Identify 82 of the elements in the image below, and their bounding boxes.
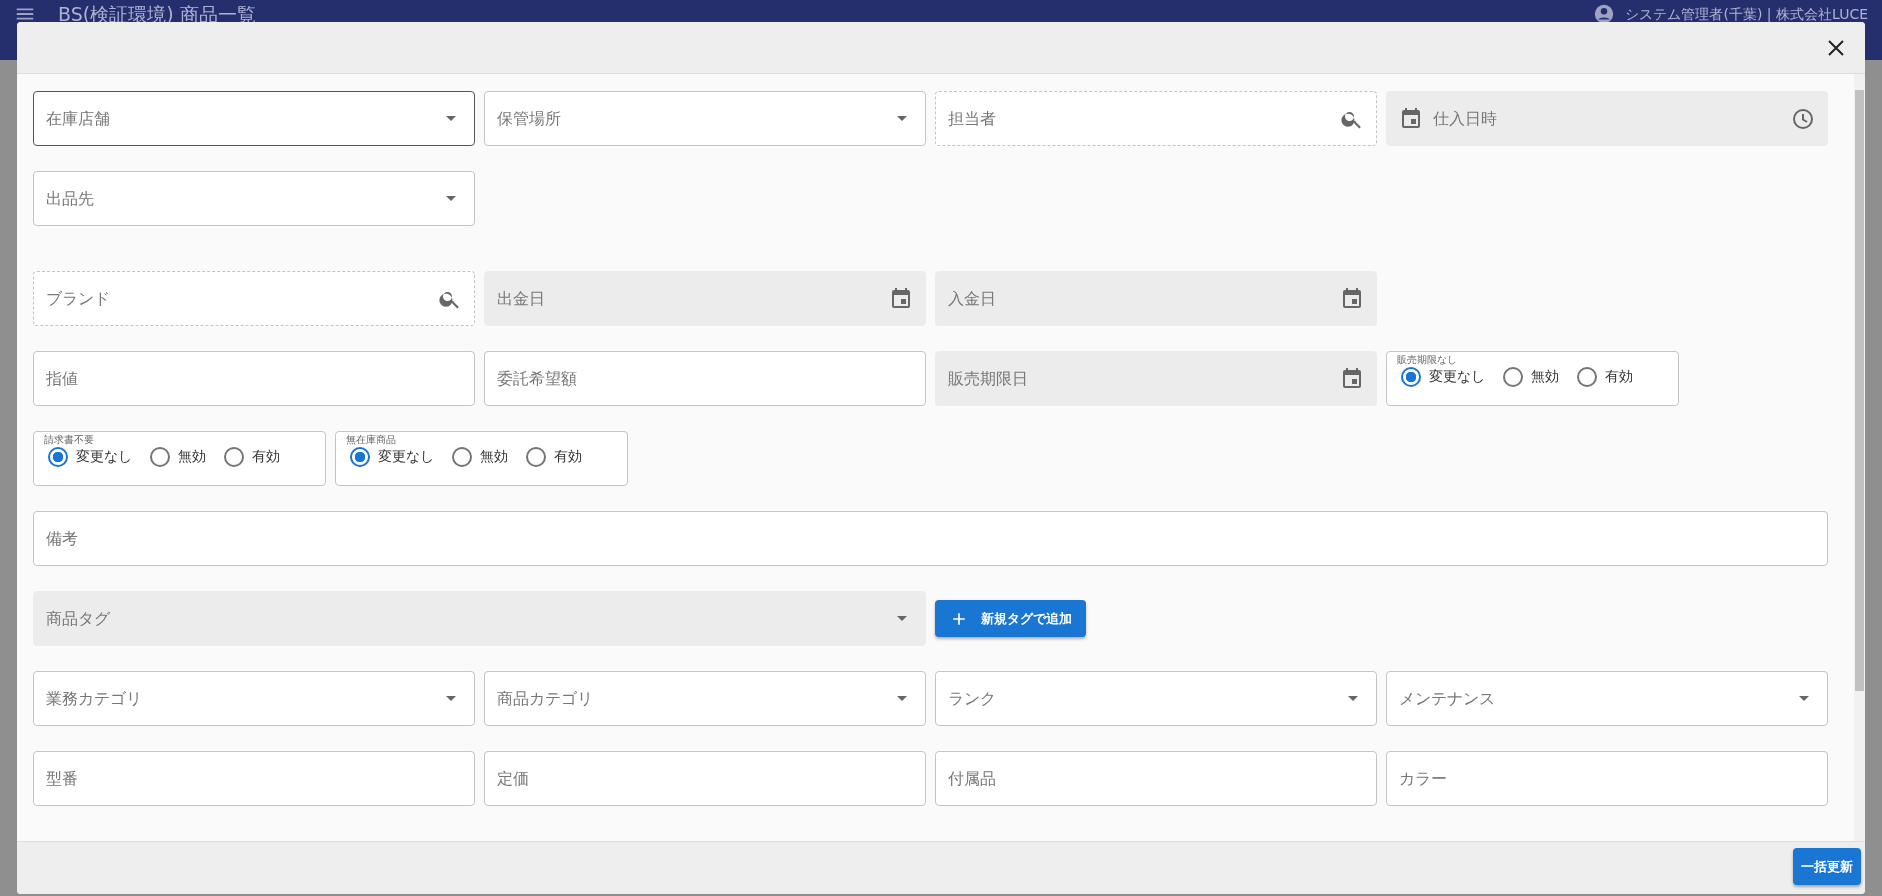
search-field[interactable]: ブランド	[33, 271, 475, 326]
caret-icon	[446, 196, 456, 201]
field-label: 販売期限日	[948, 367, 1029, 390]
input-field[interactable]: 指値	[33, 351, 475, 406]
field-label: 定価	[497, 767, 530, 790]
caret-icon	[897, 696, 907, 701]
input-field[interactable]: 委託希望額	[484, 351, 926, 406]
radio-button[interactable]	[150, 446, 170, 467]
field-label: 出金日	[497, 287, 546, 310]
close-icon	[1827, 39, 1845, 57]
radio-label: 無効	[178, 447, 206, 466]
radio-label: 変更なし	[76, 447, 132, 466]
calendar-icon	[889, 286, 913, 311]
select-field[interactable]: 在庫店舗	[33, 91, 475, 146]
radio-button[interactable]	[48, 446, 68, 467]
select-field[interactable]: 業務カテゴリ	[33, 671, 475, 726]
radio-label: 無効	[480, 447, 508, 466]
field-label: 商品カテゴリ	[497, 687, 594, 710]
radio-label: 有効	[252, 447, 280, 466]
radio-label: 無効	[1531, 367, 1559, 386]
input-field[interactable]: 付属品	[935, 751, 1377, 806]
datetime-field[interactable]: 仕入日時	[1386, 91, 1828, 146]
field-label: 商品タグ	[46, 607, 111, 630]
select-field[interactable]: メンテナンス	[1386, 671, 1828, 726]
remarks-field[interactable]: 備考	[33, 511, 1828, 566]
radio-label: 変更なし	[1429, 367, 1485, 386]
caret-icon	[446, 696, 456, 701]
caret-icon	[1799, 696, 1809, 701]
caret-icon	[897, 616, 907, 621]
radio-button[interactable]	[224, 446, 244, 467]
radio-button[interactable]	[1577, 366, 1597, 387]
search-field[interactable]: 担当者	[935, 91, 1377, 146]
date-field[interactable]: 出金日	[484, 271, 926, 326]
field-label: 仕入日時	[1433, 107, 1498, 130]
field-label: 指値	[46, 367, 79, 390]
field-label: カラー	[1399, 767, 1448, 790]
select-field[interactable]: 保管場所	[484, 91, 926, 146]
add-tag-button[interactable]: 新規タグで追加	[935, 600, 1086, 637]
radio-label: 有効	[554, 447, 582, 466]
user-icon	[1593, 3, 1616, 25]
caret-icon	[897, 116, 907, 121]
field-label: 出品先	[46, 187, 95, 210]
select-field[interactable]: 商品カテゴリ	[484, 671, 926, 726]
calendar-icon	[1340, 286, 1364, 311]
radio-button[interactable]	[526, 446, 546, 467]
field-label: 担当者	[948, 107, 997, 130]
caret-icon	[446, 116, 456, 121]
bulk-update-button[interactable]: 一括更新	[1793, 848, 1861, 885]
radio-button[interactable]	[452, 446, 472, 467]
calendar-icon	[1340, 366, 1364, 391]
user-name: システム管理者(千葉) | 株式会社LUCE	[1625, 5, 1868, 24]
date-field[interactable]: 入金日	[935, 271, 1377, 326]
group-label: 請求書不要	[44, 434, 95, 446]
input-field[interactable]: カラー	[1386, 751, 1828, 806]
radio-label: 有効	[1605, 367, 1633, 386]
clock-icon	[1791, 106, 1815, 131]
field-label: ブランド	[46, 287, 111, 310]
field-label: 付属品	[948, 767, 997, 790]
radio-label: 変更なし	[378, 447, 434, 466]
field-label: 入金日	[948, 287, 997, 310]
radio-button[interactable]	[350, 446, 370, 467]
field-label: 委託希望額	[497, 367, 578, 390]
group-label: 販売期限なし	[1397, 354, 1458, 366]
radio-button[interactable]	[1503, 366, 1523, 387]
radio-button[interactable]	[1401, 366, 1421, 387]
field-label: 備考	[46, 527, 79, 550]
field-label: 在庫店舗	[46, 107, 111, 130]
field-label: 保管場所	[497, 107, 562, 130]
select-field[interactable]: 出品先	[33, 171, 475, 226]
input-field[interactable]: 定価	[484, 751, 926, 806]
caret-icon	[1348, 696, 1358, 701]
input-field[interactable]: 型番	[33, 751, 475, 806]
field-label: メンテナンス	[1399, 687, 1496, 710]
field-label: ランク	[948, 687, 997, 710]
tag-select-field[interactable]: 商品タグ	[33, 591, 926, 646]
date-field[interactable]: 販売期限日	[935, 351, 1377, 406]
scrollbar[interactable]	[1854, 74, 1865, 841]
field-label: 業務カテゴリ	[46, 687, 143, 710]
group-label: 無在庫商品	[346, 434, 397, 446]
field-label: 型番	[46, 767, 79, 790]
select-field[interactable]: ランク	[935, 671, 1377, 726]
calendar-icon	[1399, 106, 1423, 131]
